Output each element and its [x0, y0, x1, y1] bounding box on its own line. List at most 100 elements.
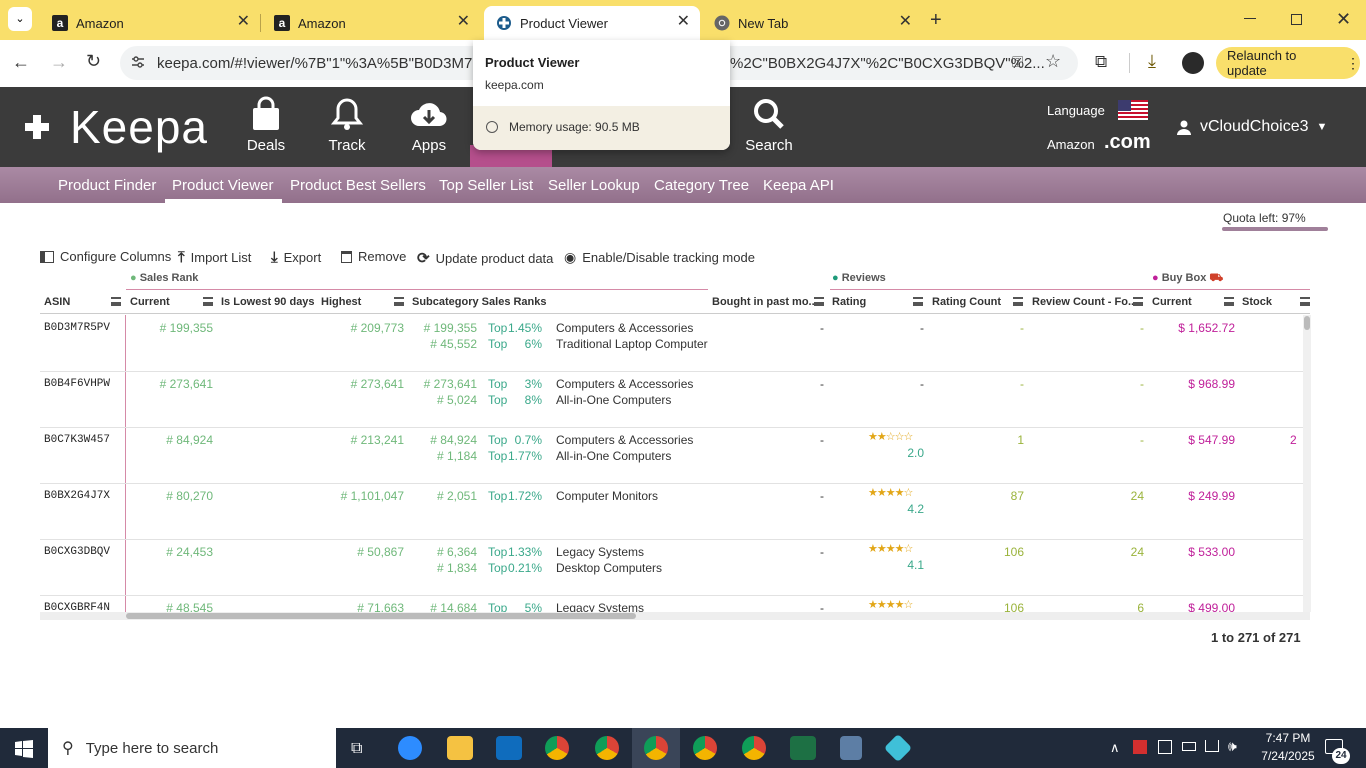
tray-network-icon[interactable]	[1205, 740, 1219, 752]
tab-amazon-2[interactable]: a Amazon ✕	[262, 6, 480, 40]
vertical-scrollbar[interactable]	[1303, 315, 1311, 612]
col-asin[interactable]: ASIN	[44, 296, 70, 308]
restore-icon[interactable]	[1291, 14, 1302, 25]
user-menu[interactable]: vCloudChoice3 ▼	[1176, 118, 1327, 136]
category-name[interactable]: All-in-One Computers	[556, 449, 708, 463]
zoom-app-icon[interactable]	[398, 736, 422, 760]
subnav-seller-lookup[interactable]: Seller Lookup	[548, 177, 640, 194]
windows-start-icon[interactable]	[15, 740, 33, 758]
tray-volume-icon[interactable]: 🕪	[1228, 738, 1237, 755]
column-menu-icon[interactable]	[814, 297, 824, 306]
tray-chevron-up-icon[interactable]: ∧	[1110, 740, 1120, 756]
taskbar-date[interactable]: 7/24/2025	[1256, 749, 1320, 763]
taskbar-search-box[interactable]: ⚲ Type here to search	[48, 728, 336, 768]
tracking-mode-button[interactable]: ◉ Enable/Disable tracking mode	[564, 249, 755, 266]
horizontal-scrollbar[interactable]	[40, 612, 1310, 620]
nav-search[interactable]: Search	[731, 96, 807, 158]
us-flag-icon[interactable]	[1118, 100, 1148, 120]
column-menu-icon[interactable]	[1224, 297, 1234, 306]
back-icon[interactable]: ←	[12, 52, 30, 73]
asin-cell[interactable]: B0B4F6VHPW	[44, 378, 110, 390]
col-stock[interactable]: Stock	[1242, 296, 1272, 308]
nav-deals[interactable]: Deals	[228, 96, 304, 158]
category-name[interactable]: Legacy Systems	[556, 601, 708, 612]
relaunch-to-update-button[interactable]: Relaunch to update ⋮	[1216, 47, 1360, 79]
close-tab-icon[interactable]: ✕	[457, 14, 470, 30]
calculator-icon[interactable]	[840, 736, 862, 760]
category-name[interactable]: All-in-One Computers	[556, 393, 708, 407]
minimize-icon[interactable]	[1244, 18, 1256, 19]
remove-button[interactable]: Remove	[341, 249, 406, 264]
forward-icon[interactable]: →	[50, 52, 68, 73]
update-product-data-button[interactable]: ⟳ Update product data	[417, 249, 553, 267]
column-menu-icon[interactable]	[1133, 297, 1143, 306]
bookmark-star-icon[interactable]: ☆	[1045, 51, 1061, 72]
asin-cell[interactable]: B0CXG3DBQV	[44, 546, 110, 558]
subnav-product-finder[interactable]: Product Finder	[58, 177, 156, 194]
tab-amazon-1[interactable]: a Amazon ✕	[40, 6, 260, 40]
col-highest[interactable]: Highest	[321, 296, 361, 308]
category-name[interactable]: Traditional Laptop Computer	[556, 337, 708, 351]
category-name[interactable]: Desktop Computers	[556, 561, 708, 575]
column-menu-icon[interactable]	[1013, 297, 1023, 306]
new-tab-icon[interactable]: +	[930, 9, 942, 32]
col-buybox-current[interactable]: Current	[1152, 296, 1192, 308]
chrome-app-icon[interactable]	[644, 736, 668, 760]
column-menu-icon[interactable]	[111, 297, 121, 306]
nav-apps[interactable]: Apps	[391, 96, 467, 158]
tray-acrobat-icon[interactable]	[1133, 740, 1147, 754]
export-button[interactable]: ⤓ Export	[271, 249, 321, 266]
outlook-icon[interactable]	[496, 736, 522, 760]
asin-cell[interactable]: B0D3M7R5PV	[44, 322, 110, 334]
asin-cell[interactable]: B0BX2G4J7X	[44, 490, 110, 502]
close-tab-icon[interactable]: ✕	[677, 14, 690, 30]
task-view-icon[interactable]: ⧉	[351, 740, 362, 758]
reload-icon[interactable]: ↻	[86, 51, 101, 72]
column-menu-icon[interactable]	[1300, 297, 1310, 306]
configure-columns-button[interactable]: Configure Columns	[40, 249, 171, 264]
category-name[interactable]: Computer Monitors	[556, 489, 708, 503]
chrome-app-icon[interactable]	[693, 736, 717, 760]
file-explorer-icon[interactable]	[447, 736, 473, 760]
nav-track[interactable]: Track	[309, 96, 385, 158]
col-review-count[interactable]: Review Count - Fo...	[1032, 296, 1137, 308]
column-menu-icon[interactable]	[394, 297, 404, 306]
subnav-top-seller-list[interactable]: Top Seller List	[439, 177, 533, 194]
download-icon[interactable]: ⤓	[1148, 51, 1156, 72]
excel-icon[interactable]	[790, 736, 816, 760]
taskbar-time[interactable]: 7:47 PM	[1260, 731, 1316, 745]
column-menu-icon[interactable]	[203, 297, 213, 306]
subnav-keepa-api[interactable]: Keepa API	[763, 177, 834, 194]
close-window-icon[interactable]: ✕	[1336, 9, 1351, 30]
tray-app-icon[interactable]	[1158, 740, 1172, 754]
chrome-app-icon[interactable]	[742, 736, 766, 760]
import-list-button[interactable]: ⤒ Import List	[178, 249, 251, 266]
tray-battery-icon[interactable]	[1182, 742, 1196, 751]
category-name[interactable]: Computers & Accessories	[556, 433, 708, 447]
extensions-icon[interactable]: ⧉	[1095, 52, 1107, 72]
asin-cell[interactable]: B0C7K3W457	[44, 434, 110, 446]
site-info-icon[interactable]	[130, 54, 146, 70]
profile-avatar[interactable]	[1182, 52, 1204, 74]
chrome-app-icon[interactable]	[595, 736, 619, 760]
subnav-category-tree[interactable]: Category Tree	[654, 177, 749, 194]
column-menu-icon[interactable]	[913, 297, 923, 306]
col-rating[interactable]: Rating	[832, 296, 866, 308]
subnav-product-best-sellers[interactable]: Product Best Sellers	[290, 177, 426, 194]
keepa-logo[interactable]: Keepa	[22, 100, 208, 154]
col-bought-past-month[interactable]: Bought in past mo...	[712, 296, 818, 308]
tab-new-tab[interactable]: New Tab ✕	[702, 6, 922, 40]
category-name[interactable]: Computers & Accessories	[556, 377, 708, 391]
more-menu-icon[interactable]: ⋮	[1346, 55, 1360, 72]
category-name[interactable]: Legacy Systems	[556, 545, 708, 559]
col-rating-count[interactable]: Rating Count	[932, 296, 1001, 308]
category-name[interactable]: Computers & Accessories	[556, 321, 708, 335]
domain-selector[interactable]: .com	[1104, 131, 1151, 154]
col-lowest-90[interactable]: Is Lowest 90 days	[221, 296, 315, 308]
col-subcategory-ranks[interactable]: Subcategory Sales Ranks	[412, 296, 547, 308]
asin-cell[interactable]: B0CXGBRF4N	[44, 602, 110, 612]
password-key-icon[interactable]: ⚿	[1012, 54, 1023, 71]
chrome-app-icon[interactable]	[545, 736, 569, 760]
subnav-product-viewer[interactable]: Product Viewer	[172, 177, 273, 194]
col-current-rank[interactable]: Current	[130, 296, 170, 308]
